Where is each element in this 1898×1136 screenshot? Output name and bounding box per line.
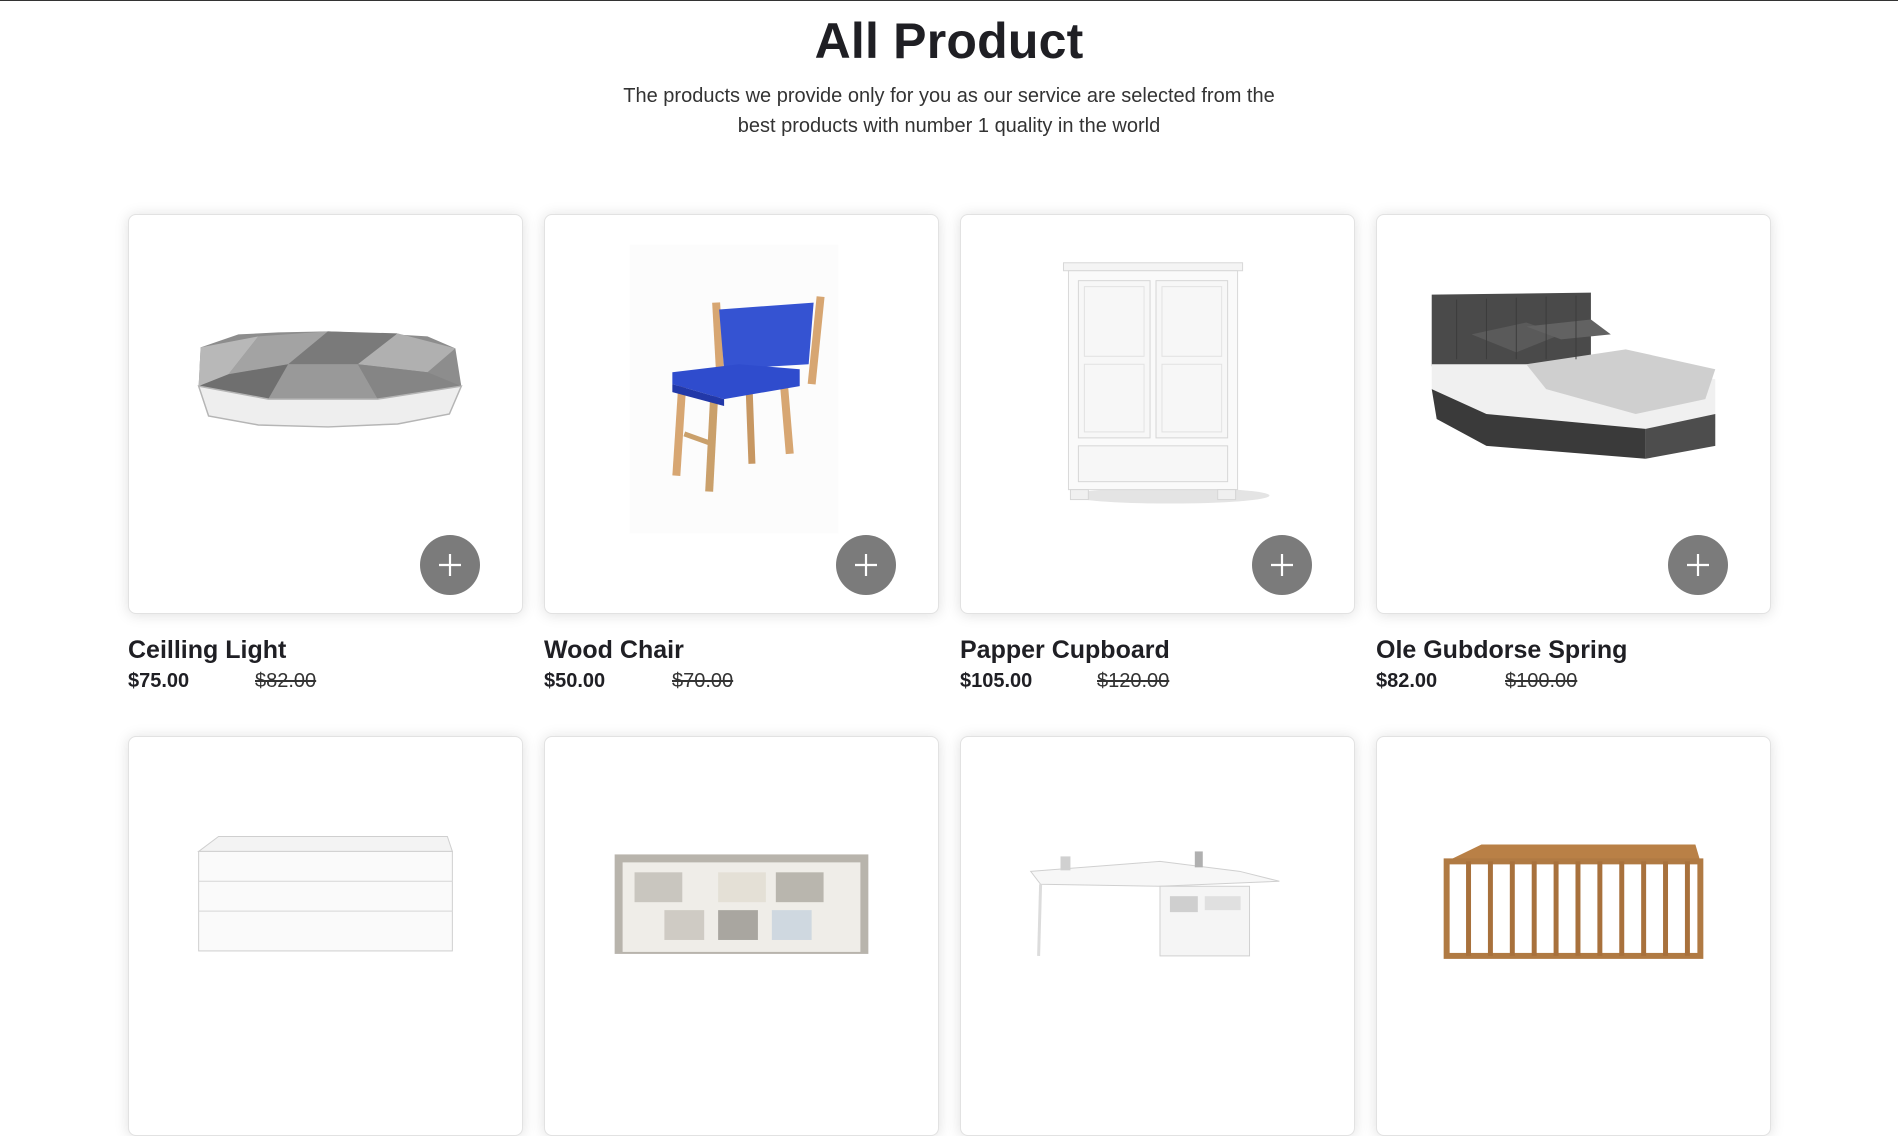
product-card-photo-frame[interactable] [544, 736, 939, 1136]
product-name[interactable]: Wood Chair [544, 634, 684, 666]
page-title: All Product [814, 13, 1084, 69]
add-to-cart-button[interactable] [420, 535, 480, 595]
drawer-chest-image [197, 836, 454, 952]
product-price: $105.00 [960, 670, 1033, 692]
product-card-ceiling-light[interactable] [128, 214, 523, 614]
add-to-cart-button[interactable] [1668, 535, 1728, 595]
corner-desk-image [1029, 851, 1280, 957]
product-old-price: $82.00 [255, 670, 317, 692]
product-card-papper-cupboard[interactable] [960, 214, 1355, 614]
product-price: $82.00 [1376, 670, 1438, 692]
photo-frame-image [614, 854, 869, 954]
product-card-drawer-chest[interactable] [128, 736, 523, 1136]
product-price: $75.00 [128, 670, 190, 692]
product-name[interactable]: Ceilling Light [128, 634, 286, 666]
add-to-cart-button[interactable] [836, 535, 896, 595]
wooden-crib-image [1443, 844, 1704, 959]
plus-icon [855, 554, 877, 576]
product-card-wooden-crib[interactable] [1376, 736, 1771, 1136]
product-card-wood-chair[interactable] [544, 214, 939, 614]
plus-icon [1271, 554, 1293, 576]
product-name[interactable]: Ole Gubdorse Spring [1376, 634, 1627, 666]
product-card-corner-desk[interactable] [960, 736, 1355, 1136]
product-old-price: $120.00 [1097, 670, 1170, 692]
subtitle-line-1: The products we provide only for you as … [623, 85, 1275, 107]
product-name[interactable]: Papper Cupboard [960, 634, 1170, 666]
plus-icon [1687, 554, 1709, 576]
page-subtitle: The products we provide only for you as … [599, 81, 1299, 141]
product-price: $50.00 [544, 670, 606, 692]
product-old-price: $100.00 [1505, 670, 1578, 692]
product-card-ole-gubdorse-spring[interactable] [1376, 214, 1771, 614]
subtitle-line-2: best products with number 1 quality in t… [737, 115, 1161, 137]
product-old-price: $70.00 [672, 670, 734, 692]
plus-icon [439, 554, 461, 576]
add-to-cart-button[interactable] [1252, 535, 1312, 595]
